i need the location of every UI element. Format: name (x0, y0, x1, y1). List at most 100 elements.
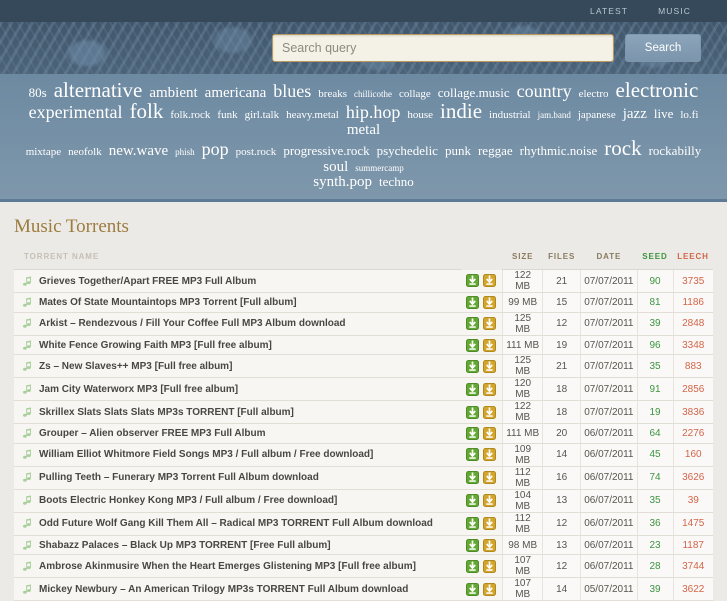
table-row[interactable]: Shabazz Palaces – Black Up MP3 TORRENT [… (14, 535, 713, 556)
download-torrent-icon[interactable] (466, 317, 480, 331)
genre-tag[interactable]: indie (440, 100, 482, 122)
genre-tag[interactable]: electro (579, 88, 609, 100)
genre-tag[interactable]: reggae (478, 144, 513, 158)
column-header-date[interactable]: DATE (580, 248, 637, 271)
search-input[interactable] (272, 34, 614, 62)
genre-tag[interactable]: rock (604, 137, 641, 159)
download-magnet-icon[interactable] (483, 295, 497, 309)
download-magnet-icon[interactable] (483, 559, 497, 573)
table-row[interactable]: Jam City Waterworx MP3 [Full free album]… (14, 377, 713, 402)
genre-tag[interactable]: japanese (578, 110, 616, 121)
genre-tag[interactable]: new.wave (109, 143, 168, 159)
genre-tag[interactable]: electronic (616, 79, 699, 101)
download-torrent-icon[interactable] (466, 559, 480, 573)
torrent-title-link[interactable]: Grouper – Alien observer FREE MP3 Full A… (39, 428, 266, 439)
download-torrent-icon[interactable] (466, 538, 480, 552)
table-row[interactable]: Mickey Newbury – An American Trilogy MP3… (14, 577, 713, 601)
genre-tag[interactable]: lo.fi (680, 110, 698, 121)
genre-tag[interactable]: collage.music (438, 86, 510, 100)
download-magnet-icon[interactable] (483, 405, 497, 419)
genre-tag[interactable]: folk.rock (170, 110, 210, 121)
download-magnet-icon[interactable] (483, 582, 497, 596)
genre-tag[interactable]: funk (217, 110, 237, 121)
torrent-title-link[interactable]: Mates Of State Mountaintops MP3 Torrent … (39, 297, 297, 308)
download-torrent-icon[interactable] (466, 405, 480, 419)
download-torrent-icon[interactable] (466, 274, 480, 288)
genre-tag[interactable]: alternative (54, 79, 143, 101)
table-row[interactable]: Ambrose Akinmusire When the Heart Emerge… (14, 554, 713, 579)
download-torrent-icon[interactable] (466, 517, 480, 531)
torrent-title-link[interactable]: Mickey Newbury – An American Trilogy MP3… (39, 584, 408, 595)
torrent-title-link[interactable]: Odd Future Wolf Gang Kill Them All – Rad… (39, 518, 433, 529)
table-row[interactable]: William Elliot Whitmore Field Songs MP3 … (14, 443, 713, 467)
genre-tag[interactable]: post.rock (236, 146, 277, 158)
torrent-title-link[interactable]: White Fence Growing Faith MP3 [Full free… (39, 340, 272, 351)
genre-tag[interactable]: rockabilly (649, 144, 702, 158)
genre-tag[interactable]: psychedelic (377, 144, 438, 158)
download-torrent-icon[interactable] (466, 494, 480, 508)
genre-tag[interactable]: rhythmic.noise (520, 144, 598, 158)
genre-tag[interactable]: jam.band (538, 111, 571, 120)
download-magnet-icon[interactable] (483, 382, 497, 396)
table-row[interactable]: Skrillex Slats Slats Slats MP3s TORRENT … (14, 400, 713, 425)
genre-tag[interactable]: live (654, 107, 674, 121)
download-torrent-icon[interactable] (466, 471, 480, 485)
table-row[interactable]: Odd Future Wolf Gang Kill Them All – Rad… (14, 512, 713, 536)
torrent-title-link[interactable]: Shabazz Palaces – Black Up MP3 TORRENT [… (39, 540, 331, 551)
genre-tag[interactable]: house (407, 110, 433, 121)
genre-tag[interactable]: industrial (489, 110, 531, 121)
genre-tag[interactable]: progressive.rock (283, 144, 369, 158)
torrent-title-link[interactable]: William Elliot Whitmore Field Songs MP3 … (39, 449, 373, 460)
column-header-seed[interactable]: SEED (637, 248, 673, 271)
search-button[interactable]: Search (625, 34, 701, 62)
genre-tag[interactable]: hip.hop (346, 103, 401, 122)
genre-tag[interactable]: techno (379, 175, 414, 189)
genre-tag[interactable]: 80s (29, 86, 47, 100)
download-magnet-icon[interactable] (483, 338, 497, 352)
genre-tag[interactable]: country (517, 82, 572, 101)
table-row[interactable]: Arkist – Rendezvous / Fill Your Coffee F… (14, 312, 713, 336)
download-magnet-icon[interactable] (483, 494, 497, 508)
torrent-title-link[interactable]: Ambrose Akinmusire When the Heart Emerge… (39, 561, 416, 572)
download-torrent-icon[interactable] (466, 427, 480, 441)
torrent-title-link[interactable]: Pulling Teeth – Funerary MP3 Torrent Ful… (39, 472, 319, 483)
torrent-title-link[interactable]: Arkist – Rendezvous / Fill Your Coffee F… (39, 318, 346, 329)
column-header-leech[interactable]: LEECH (673, 248, 713, 271)
genre-tag[interactable]: jazz (623, 107, 647, 123)
genre-tag[interactable]: punk (445, 144, 471, 158)
table-row[interactable]: White Fence Growing Faith MP3 [Full free… (14, 335, 713, 356)
column-header-name[interactable]: TORRENT NAME (14, 248, 461, 271)
table-row[interactable]: Boots Electric Honkey Kong MP3 / Full al… (14, 489, 713, 513)
genre-tag[interactable]: soul (323, 159, 348, 175)
torrent-title-link[interactable]: Jam City Waterworx MP3 [Full free album] (39, 384, 238, 395)
genre-tag[interactable]: breaks (318, 88, 347, 100)
column-header-files[interactable]: FILES (542, 248, 581, 271)
column-header-size[interactable]: SIZE (502, 248, 543, 271)
download-magnet-icon[interactable] (483, 359, 497, 373)
download-torrent-icon[interactable] (466, 382, 480, 396)
genre-tag[interactable]: girl.talk (245, 110, 280, 121)
torrent-title-link[interactable]: Boots Electric Honkey Kong MP3 / Full al… (39, 495, 337, 506)
torrent-title-link[interactable]: Grieves Together/Apart FREE MP3 Full Alb… (39, 276, 256, 287)
genre-tag[interactable]: folk (130, 100, 164, 122)
nav-link-music[interactable]: MUSIC (658, 6, 691, 16)
download-torrent-icon[interactable] (466, 448, 480, 462)
table-row[interactable]: Grouper – Alien observer FREE MP3 Full A… (14, 423, 713, 444)
download-magnet-icon[interactable] (483, 317, 497, 331)
genre-tag[interactable]: synth.pop (313, 174, 372, 190)
download-magnet-icon[interactable] (483, 517, 497, 531)
torrent-title-link[interactable]: Skrillex Slats Slats Slats MP3s TORRENT … (39, 407, 294, 418)
download-magnet-icon[interactable] (483, 471, 497, 485)
download-magnet-icon[interactable] (483, 427, 497, 441)
table-row[interactable]: Grieves Together/Apart FREE MP3 Full Alb… (14, 269, 713, 294)
download-magnet-icon[interactable] (483, 448, 497, 462)
genre-tag[interactable]: metal (347, 122, 380, 138)
table-row[interactable]: Mates Of State Mountaintops MP3 Torrent … (14, 292, 713, 313)
genre-tag[interactable]: chillicothe (354, 89, 392, 99)
download-torrent-icon[interactable] (466, 582, 480, 596)
table-row[interactable]: Pulling Teeth – Funerary MP3 Torrent Ful… (14, 466, 713, 490)
nav-link-latest[interactable]: LATEST (590, 6, 628, 16)
genre-tag[interactable]: experimental (29, 103, 123, 122)
table-row[interactable]: Zs – New Slaves++ MP3 [Full free album] 1… (14, 354, 713, 379)
genre-tag[interactable]: neofolk (68, 146, 102, 158)
